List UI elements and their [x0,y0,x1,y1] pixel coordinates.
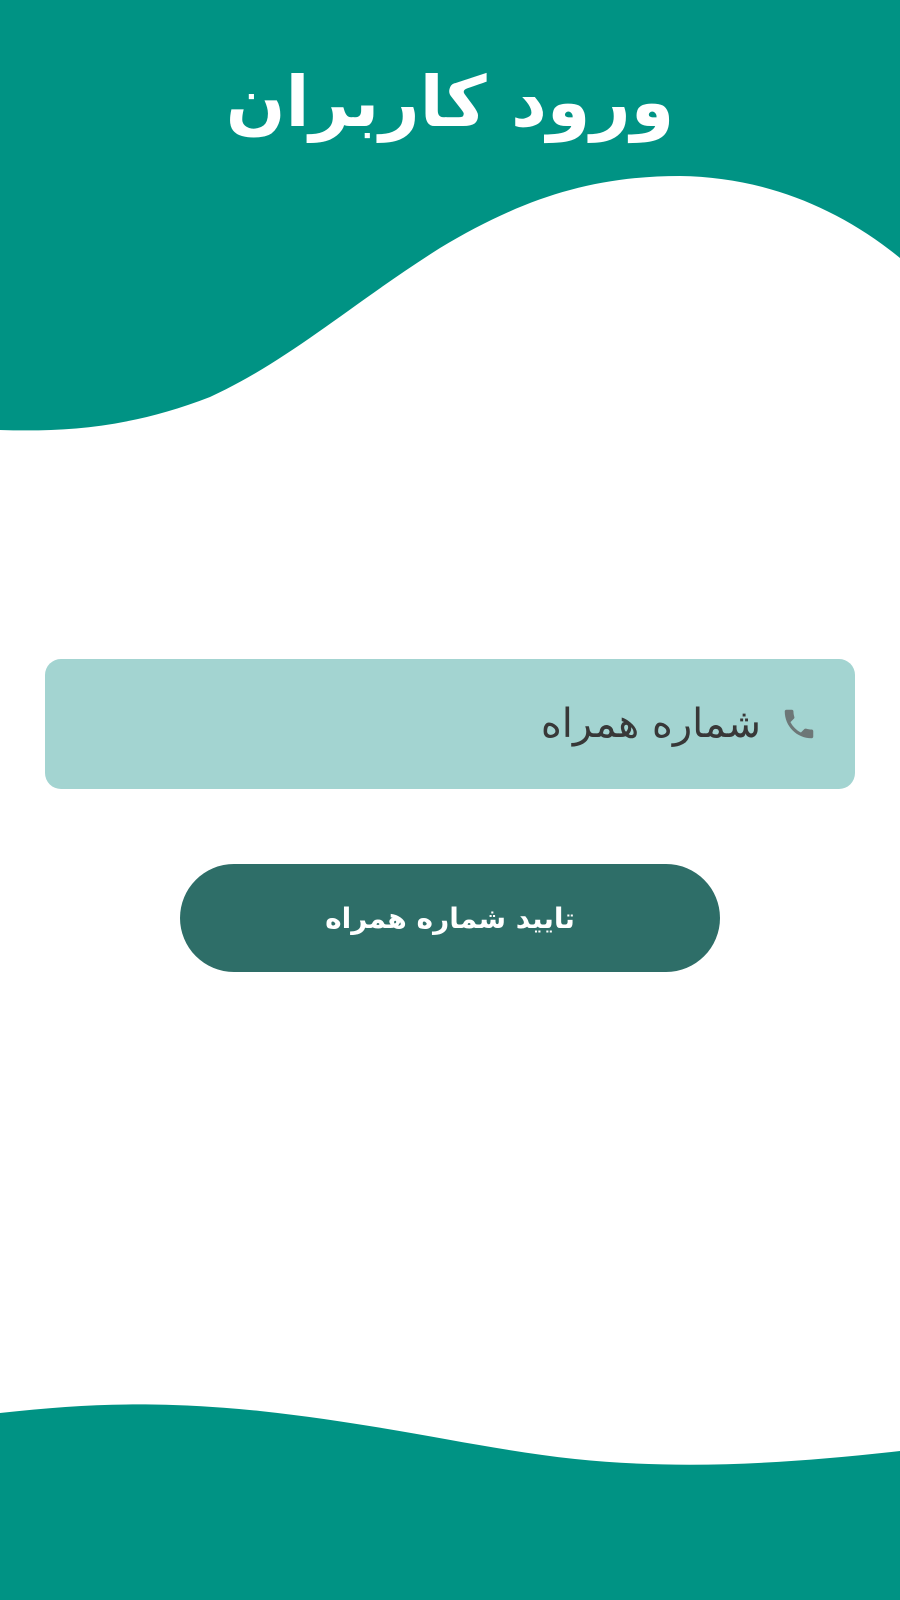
phone-number-field[interactable] [45,659,855,789]
phone-icon [777,702,821,746]
confirm-phone-button[interactable]: تایید شماره همراه [180,864,720,972]
phone-number-input[interactable] [79,684,777,764]
page-title: ورود کاربران [225,61,675,143]
bottom-wave-shape [0,1404,900,1600]
bottom-wave-background [0,1404,900,1600]
login-screen: ورود کاربران تایید شماره همراه [0,0,900,1600]
